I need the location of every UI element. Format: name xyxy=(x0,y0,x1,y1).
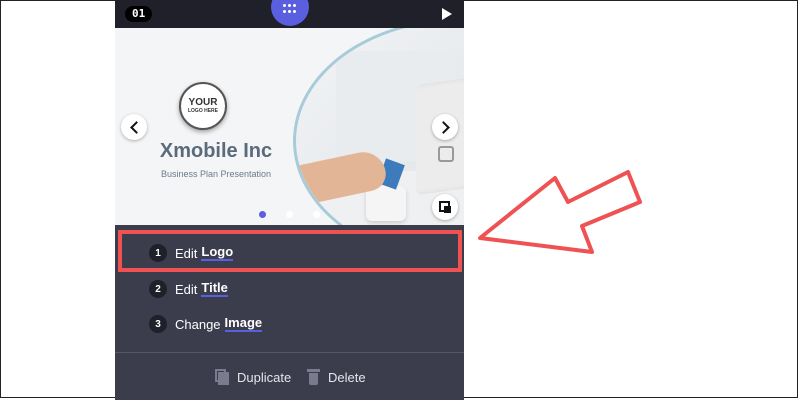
step-verb: Edit xyxy=(175,281,198,297)
swap-image-icon[interactable] xyxy=(432,194,458,220)
step-verb: Change xyxy=(175,316,221,332)
grid-menu-button[interactable] xyxy=(271,0,309,26)
slide-subtitle: Business Plan Presentation xyxy=(160,169,272,179)
step-number: 3 xyxy=(149,315,167,333)
carousel-dots xyxy=(257,211,327,221)
slide-preview: YOUR LOGO HERE Xmobile Inc Business Plan… xyxy=(115,28,464,225)
step-edit-title[interactable]: 2 Edit Title xyxy=(149,279,228,299)
step-object: Image xyxy=(224,315,263,332)
actions-divider xyxy=(115,352,464,353)
carousel-dot-2[interactable] xyxy=(286,211,293,218)
duplicate-icon xyxy=(215,369,229,385)
delete-label: Delete xyxy=(328,369,366,385)
step-number: 2 xyxy=(149,280,167,298)
carousel-dot-1[interactable] xyxy=(259,211,266,218)
chevron-left-icon[interactable] xyxy=(121,114,147,140)
delete-button[interactable]: Delete xyxy=(307,367,366,387)
logo-text-your: YOUR xyxy=(188,96,218,108)
highlight-box xyxy=(118,230,462,272)
step-object: Title xyxy=(201,280,228,297)
slide-number-badge: 01 xyxy=(125,6,153,22)
template-editor-panel: 01 YOUR LOGO HERE Xmobile Inc Business P… xyxy=(115,0,464,400)
top-bar: 01 xyxy=(115,0,464,28)
slide-logo-placeholder[interactable]: YOUR LOGO HERE xyxy=(179,82,227,130)
step-change-image[interactable]: 3 Change Image xyxy=(149,314,263,334)
play-icon[interactable] xyxy=(442,8,452,20)
chevron-right-icon[interactable] xyxy=(432,114,458,140)
carousel-dot-3[interactable] xyxy=(313,211,320,218)
slide-title: Xmobile Inc xyxy=(159,140,273,162)
trash-icon xyxy=(307,369,320,385)
duplicate-label: Duplicate xyxy=(237,369,292,385)
grid-dots-icon xyxy=(283,4,297,14)
duplicate-button[interactable]: Duplicate xyxy=(215,367,291,387)
logo-text-here: LOGO HERE xyxy=(187,107,218,114)
